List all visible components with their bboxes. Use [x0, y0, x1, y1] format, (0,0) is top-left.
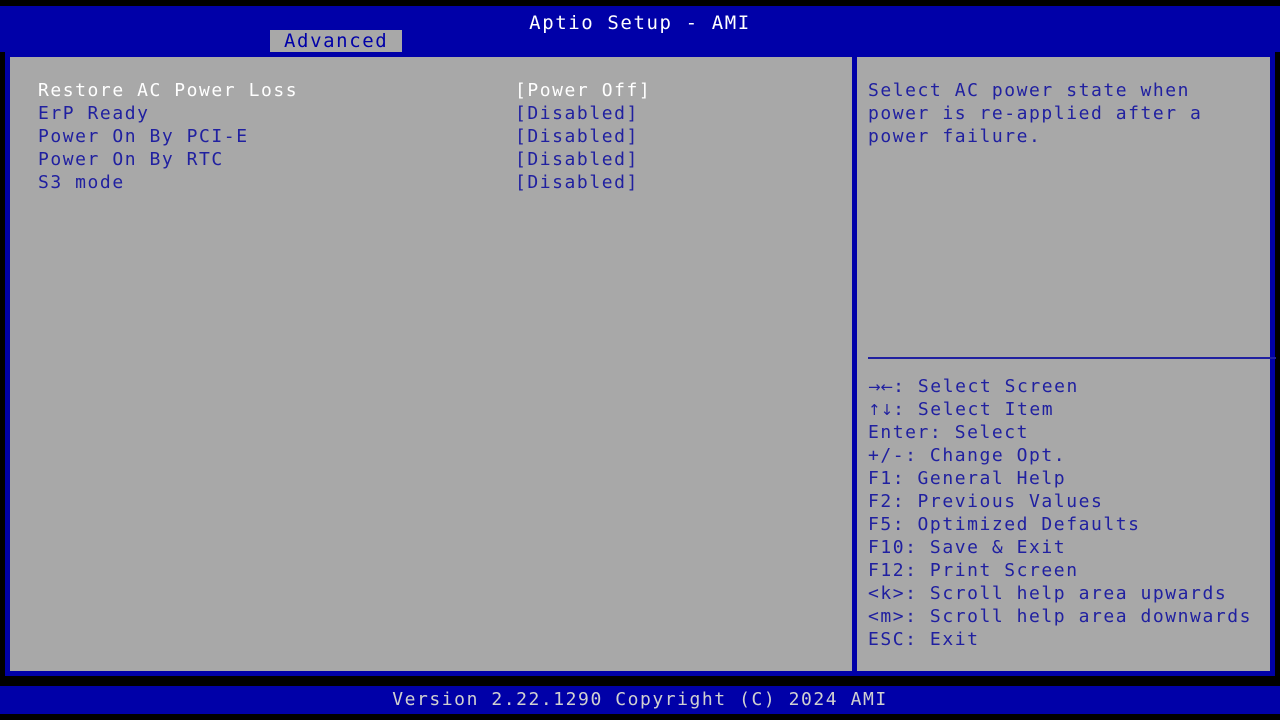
- setting-row[interactable]: S3 mode [Disabled]: [38, 171, 838, 194]
- setting-label: Power On By RTC: [38, 148, 224, 171]
- key-legend-list: →←: Select Screen↑↓: Select ItemEnter: S…: [868, 375, 1280, 651]
- key-legend-label: F10: Save & Exit: [868, 537, 1066, 558]
- version-label: Version 2.22.1290 Copyright (C) 2024 AMI: [0, 689, 1280, 711]
- key-legend-row: ESC: Exit: [868, 628, 1280, 651]
- key-legend-label: <k>: Scroll help area upwards: [868, 583, 1227, 604]
- help-description-line: power is re-applied after a: [868, 102, 1268, 125]
- tab-advanced[interactable]: Advanced: [270, 30, 402, 52]
- setting-row[interactable]: Restore AC Power Loss [Power Off]: [38, 79, 838, 102]
- key-legend-label: F12: Print Screen: [868, 560, 1079, 581]
- help-panel: Select AC power state whenpower is re-ap…: [857, 57, 1270, 671]
- key-legend-label: F1: General Help: [868, 468, 1066, 489]
- key-legend-label: F2: Previous Values: [868, 491, 1103, 512]
- setting-value[interactable]: [Disabled]: [515, 125, 639, 148]
- key-legend-row: <k>: Scroll help area upwards: [868, 582, 1280, 605]
- footer-bar: Version 2.22.1290 Copyright (C) 2024 AMI: [0, 686, 1280, 714]
- key-legend-label: : Select Item: [893, 399, 1054, 420]
- menu-tab-bar: Advanced: [0, 30, 1280, 52]
- key-legend-row: ↑↓: Select Item: [868, 398, 1280, 421]
- setting-label: S3 mode: [38, 171, 125, 194]
- setting-value[interactable]: [Disabled]: [515, 171, 639, 194]
- key-legend-row: →←: Select Screen: [868, 375, 1280, 398]
- setting-row[interactable]: Power On By RTC [Disabled]: [38, 148, 838, 171]
- key-legend-row: F12: Print Screen: [868, 559, 1280, 582]
- setting-label: ErP Ready: [38, 102, 149, 125]
- setting-label: Power On By PCI-E: [38, 125, 249, 148]
- help-description-line: power failure.: [868, 125, 1268, 148]
- arrow-keys-icon: →←: [868, 378, 893, 396]
- setting-value[interactable]: [Disabled]: [515, 148, 639, 171]
- help-description: Select AC power state whenpower is re-ap…: [868, 79, 1268, 148]
- bios-setup-screen: Aptio Setup - AMI Advanced Restore AC Po…: [0, 0, 1280, 720]
- key-legend-row: +/-: Change Opt.: [868, 444, 1280, 467]
- setting-row[interactable]: Power On By PCI-E [Disabled]: [38, 125, 838, 148]
- key-legend-label: <m>: Scroll help area downwards: [868, 606, 1252, 627]
- content-frame: Restore AC Power Loss[Power Off]ErP Read…: [5, 52, 1275, 676]
- help-separator: [868, 357, 1276, 359]
- key-legend-label: F5: Optimized Defaults: [868, 514, 1141, 535]
- key-legend-row: F2: Previous Values: [868, 490, 1280, 513]
- key-legend-label: ESC: Exit: [868, 629, 979, 650]
- setting-value[interactable]: [Power Off]: [515, 79, 651, 102]
- help-description-line: Select AC power state when: [868, 79, 1268, 102]
- setting-value[interactable]: [Disabled]: [515, 102, 639, 125]
- key-legend-row: F5: Optimized Defaults: [868, 513, 1280, 536]
- content-frame-inner: Restore AC Power Loss[Power Off]ErP Read…: [10, 57, 1270, 671]
- key-legend-label: Enter: Select: [868, 422, 1029, 443]
- key-legend-label: : Select Screen: [893, 376, 1079, 397]
- settings-list: Restore AC Power Loss[Power Off]ErP Read…: [38, 79, 838, 194]
- key-legend-row: F10: Save & Exit: [868, 536, 1280, 559]
- key-legend-row: Enter: Select: [868, 421, 1280, 444]
- key-legend-row: F1: General Help: [868, 467, 1280, 490]
- key-legend-label: +/-: Change Opt.: [868, 445, 1066, 466]
- arrow-keys-icon: ↑↓: [868, 401, 893, 419]
- key-legend-row: <m>: Scroll help area downwards: [868, 605, 1280, 628]
- setting-row[interactable]: ErP Ready [Disabled]: [38, 102, 838, 125]
- setting-label: Restore AC Power Loss: [38, 79, 298, 102]
